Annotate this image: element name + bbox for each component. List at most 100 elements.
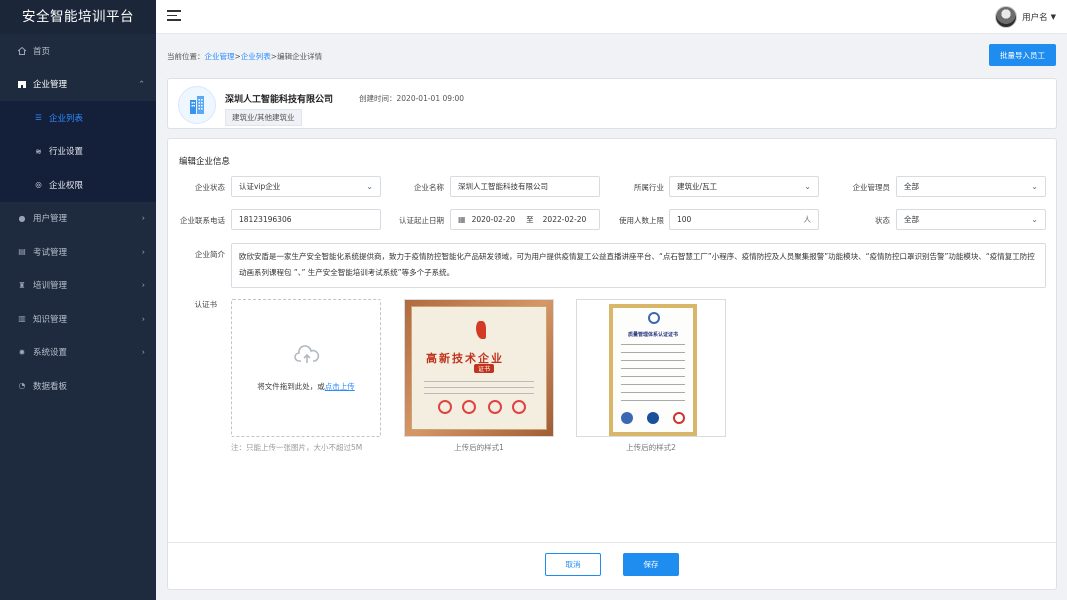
chevron-down-icon: ⌄ [1031,215,1038,224]
industry-value: 建筑业/瓦工 [677,182,718,191]
sidebar-subitem-label: 行业设置 [49,147,84,158]
chevron-down-icon: ⌄ [1031,182,1038,191]
breadcrumb: 当前位置：企业管理>企业列表>编辑企业详情 [167,51,322,62]
sidebar-subitem-permissions[interactable]: ◎ 企业权限 [0,168,156,202]
top-bar: 用户名 ▼ [156,0,1067,34]
gear-icon: ✹ [18,347,26,357]
cancel-button[interactable]: 取消 [545,553,601,576]
sliders-icon: ≋ [35,146,42,156]
save-button[interactable]: 保存 [623,553,679,576]
calendar-icon: ▦ [458,215,466,224]
industry-select[interactable]: 建筑业/瓦工 ⌄ [669,176,819,197]
dashboard-icon: ◔ [18,381,26,391]
shield-icon: ◎ [35,180,42,190]
sidebar-item-label: 企业管理 [33,80,68,91]
phone-label: 企业联系电话 [180,216,225,225]
sidebar-item-exams[interactable]: ▤ 考试管理 › [0,235,156,269]
phone-field[interactable]: 18123196306 [231,209,381,230]
state-value: 全部 [904,215,919,224]
avatar[interactable] [995,6,1018,28]
company-name-value: 深圳人工智能科技有限公司 [458,182,548,191]
sidebar-item-label: 用户管理 [33,214,68,225]
sidebar-item-label: 知识管理 [33,314,68,325]
upload-dropzone[interactable]: 将文件拖到此处，或点击上传 [231,299,381,437]
state-select[interactable]: 全部 ⌄ [896,209,1046,230]
cert-end-date[interactable]: 2022-02-20 [543,215,587,224]
chevron-right-icon: › [141,347,145,357]
cert-date-range[interactable]: ▦ 2020-02-20 至 2022-02-20 [450,209,600,230]
sidebar: 安全智能培训平台 首页 企业管理 ⌃ ☰ 企业列表 ≋ 行业设置 ◎ 企业权限 … [0,0,156,600]
sample2-title: 质量管理体系认证证书 [627,332,678,338]
sidebar-subitem-industry[interactable]: ≋ 行业设置 [0,135,156,169]
sidebar-subitem-label: 企业列表 [49,113,84,124]
menu-toggle-icon[interactable] [167,10,181,23]
user-icon: ● [18,213,26,223]
sidebar-item-training[interactable]: ♜ 培训管理 › [0,269,156,303]
phone-value: 18123196306 [239,215,292,224]
book-icon: ▥ [18,314,26,324]
admin-label: 企业管理员 [852,183,891,192]
breadcrumb-bar: 当前位置：企业管理>企业列表>编辑企业详情 批量导入员工 [156,34,1067,76]
cert-start-date[interactable]: 2020-02-20 [472,215,516,224]
sidebar-item-company[interactable]: 企业管理 ⌃ [0,68,156,102]
form-footer: 取消 保存 [168,542,1056,589]
intro-textarea[interactable]: 欧欣安盾是一家生产安全智能化系统提供商，致力于疫情防控智能化产品研发领域，可为用… [231,243,1046,288]
sidebar-submenu: ☰ 企业列表 ≋ 行业设置 ◎ 企业权限 [0,101,156,202]
user-limit-field[interactable]: 100 人 [669,209,819,230]
sample1-subtitle: 证书 [474,364,495,373]
status-value: 认证vip企业 [239,182,281,191]
cloud-upload-icon [294,345,320,363]
industry-tag: 建筑业/其他建筑业 [225,109,302,126]
company-name-field[interactable]: 深圳人工智能科技有限公司 [450,176,600,197]
chevron-down-icon: ⌄ [366,182,373,191]
industry-label: 所属行业 [634,183,664,192]
breadcrumb-link-list[interactable]: 企业列表 [241,52,271,61]
upload-link[interactable]: 点击上传 [325,382,355,391]
breadcrumb-current: 编辑企业详情 [277,52,323,61]
user-menu[interactable]: 用户名 ▼ [995,6,1056,28]
sample2-caption: 上传后的样式2 [626,443,676,452]
state-label: 状态 [875,216,890,225]
sidebar-item-dashboard[interactable]: ◔ 数据看板 [0,369,156,403]
sidebar-item-home[interactable]: 首页 [0,34,156,68]
admin-select[interactable]: 全部 ⌄ [896,176,1046,197]
sidebar-subitem-label: 企业权限 [49,180,84,191]
sidebar-item-label: 系统设置 [33,348,68,359]
sidebar-item-label: 考试管理 [33,247,68,258]
intro-label: 企业简介 [195,250,225,259]
training-icon: ♜ [18,280,26,290]
status-label: 企业状态 [195,183,225,192]
username: 用户名 [1022,13,1048,23]
sidebar-item-users[interactable]: ● 用户管理 › [0,202,156,236]
chevron-right-icon: › [141,247,145,257]
home-icon [17,46,27,56]
breadcrumb-link-company[interactable]: 企业管理 [205,52,235,61]
edit-form-card: 编辑企业信息 企业状态 认证vip企业 ⌄ 企业名称 深圳人工智能科技有限公司 … [167,138,1057,590]
upload-hint: 注：只能上传一张图片，大小不超过5M [231,443,363,452]
section-title: 编辑企业信息 [179,157,231,167]
caret-down-icon: ▼ [1050,13,1056,21]
status-select[interactable]: 认证vip企业 ⌄ [231,176,381,197]
sidebar-item-label: 培训管理 [33,281,68,292]
user-limit-value: 100 [677,215,692,224]
exam-icon: ▤ [18,247,26,257]
breadcrumb-prefix: 当前位置： [167,52,205,61]
sample-certificate-2: 质量管理体系认证证书 [576,299,726,437]
limit-label: 使用人数上限 [619,216,664,225]
created-time: 创建时间：2020-01-01 09:00 [359,94,465,103]
batch-import-button[interactable]: 批量导入员工 [989,44,1056,66]
sidebar-item-knowledge[interactable]: ▥ 知识管理 › [0,302,156,336]
sidebar-item-settings[interactable]: ✹ 系统设置 › [0,336,156,370]
sidebar-subitem-company-list[interactable]: ☰ 企业列表 [0,101,156,135]
company-summary-card: 深圳人工智能科技有限公司 创建时间：2020-01-01 09:00 建筑业/其… [167,78,1057,129]
cert-date-label: 认证起止日期 [399,216,444,225]
chevron-up-icon: ⌃ [138,79,145,89]
user-limit-unit: 人 [803,215,812,224]
admin-value: 全部 [904,182,919,191]
upload-text: 将文件拖到此处，或点击上传 [232,381,380,392]
chevron-right-icon: › [141,314,145,324]
cert-label: 认证书 [194,300,218,309]
chevron-right-icon: › [141,280,145,290]
building-icon [17,79,27,89]
chevron-right-icon: › [141,213,145,223]
